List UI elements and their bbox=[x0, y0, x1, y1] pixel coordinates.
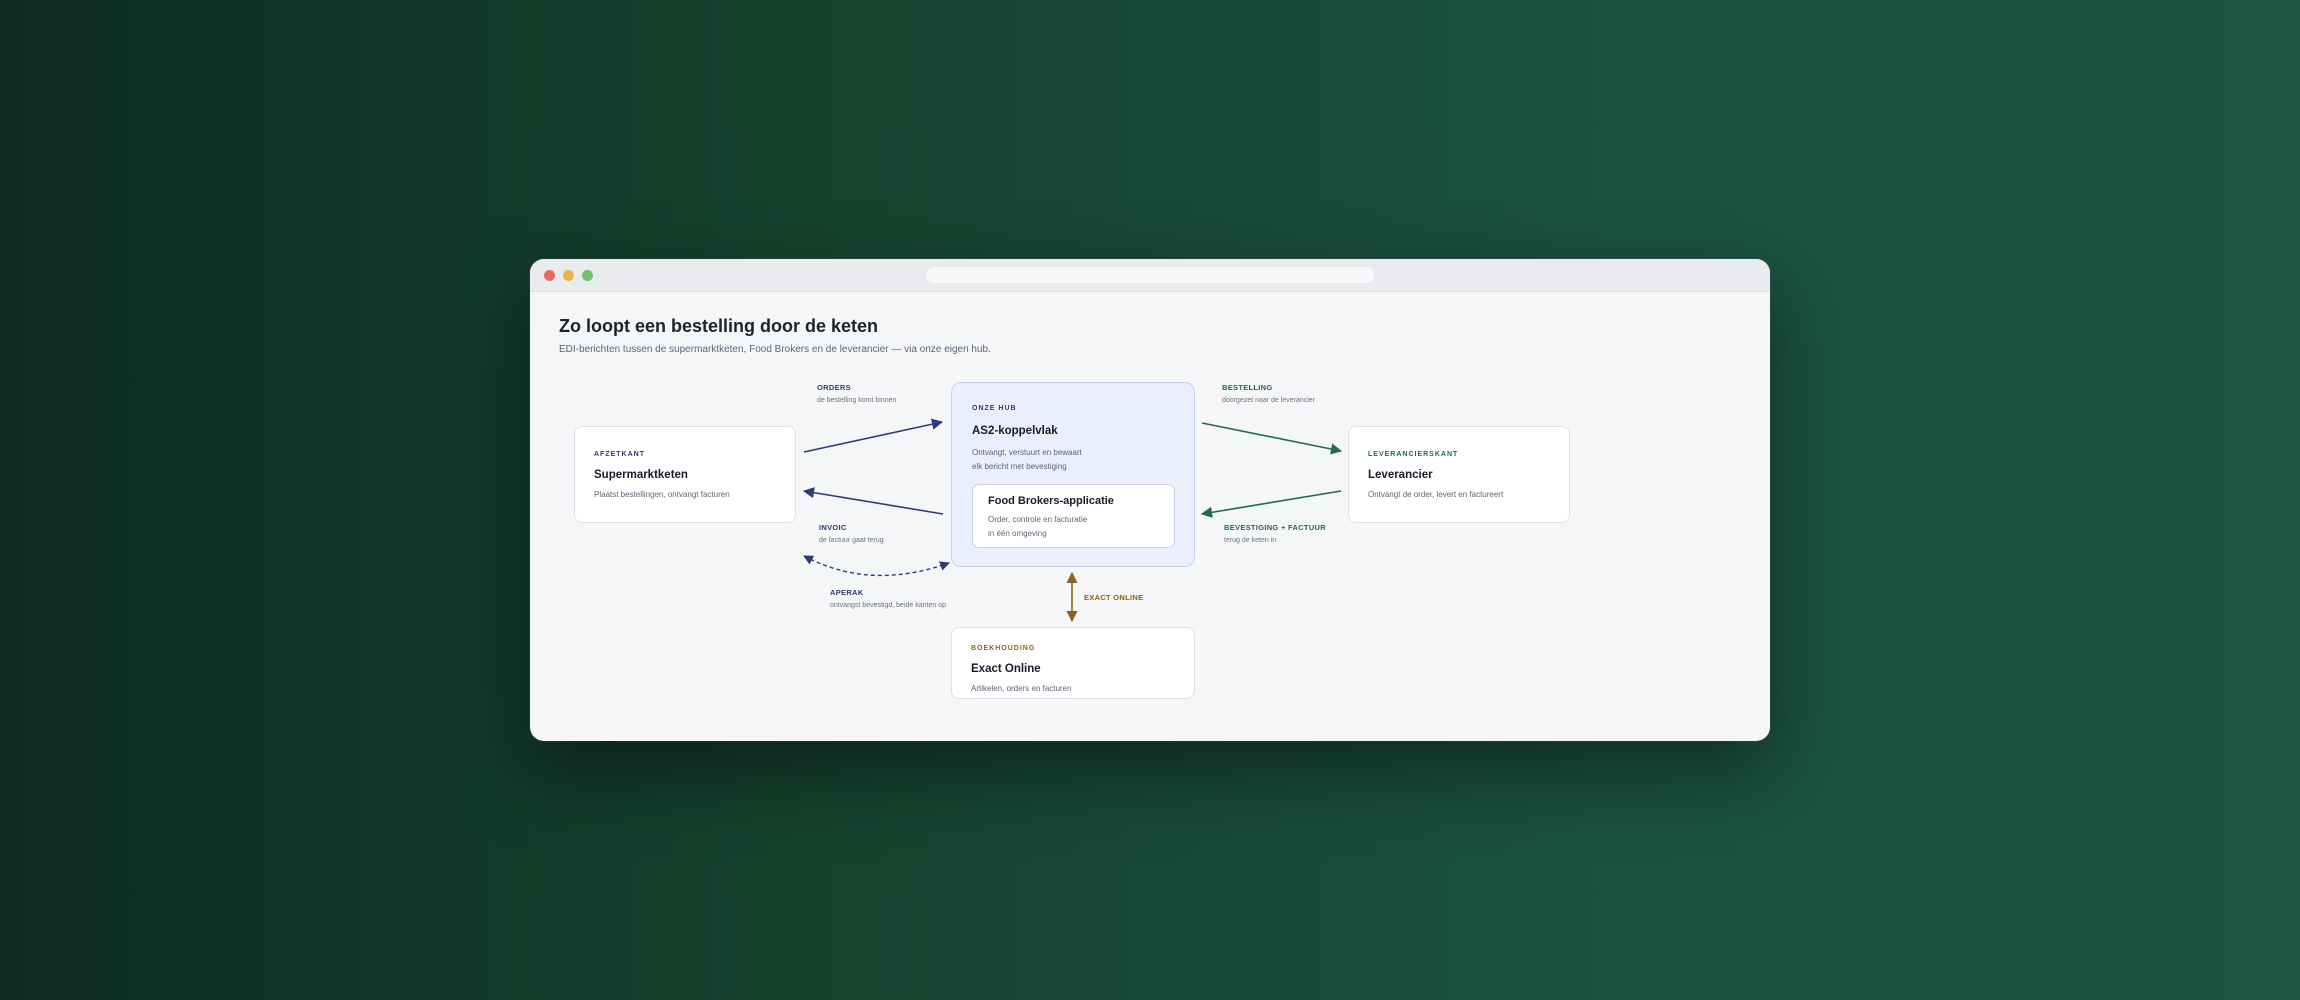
bestelling-arrow bbox=[1201, 422, 1343, 455]
invoic-label: INVOIC bbox=[819, 523, 847, 532]
bestelling-sublabel: doorgezet naar de leverancier bbox=[1222, 397, 1316, 404]
orders-label: ORDERS bbox=[817, 383, 851, 392]
hub-eyebrow: ONZE HUB bbox=[972, 405, 1017, 412]
supplier-title: Leverancier bbox=[1368, 469, 1433, 481]
supermarket-desc: Plaatst bestellingen, ontvangt facturen bbox=[594, 490, 730, 499]
bevestiging-arrow bbox=[1200, 490, 1342, 518]
exact-online-flow-label: EXACT ONLINE bbox=[1084, 593, 1144, 602]
hub-box: ONZE HUB AS2-koppelvlak Ontvangt, verstu… bbox=[951, 382, 1195, 567]
supermarket-title: Supermarktketen bbox=[594, 469, 688, 481]
food-brokers-desc-line-1: Order, controle en facturatie bbox=[988, 515, 1088, 524]
food-brokers-app-title: Food Brokers-applicatie bbox=[988, 495, 1114, 507]
hub-title: AS2-koppelvlak bbox=[972, 425, 1058, 437]
aperak-arrow bbox=[803, 555, 950, 577]
supplier-card: LEVERANCIERSKANT Leverancier Ontvangt de… bbox=[1348, 426, 1570, 523]
aperak-sublabel: ontvangst bevestigd, beide kanten op bbox=[830, 602, 946, 609]
supermarket-eyebrow: AFZETKANT bbox=[594, 451, 645, 458]
accounting-title: Exact Online bbox=[971, 663, 1041, 675]
orders-arrow bbox=[803, 418, 944, 453]
food-brokers-desc-line-2: in één omgeving bbox=[988, 529, 1047, 538]
supplier-desc: Ontvangt de order, levert en factureert bbox=[1368, 490, 1504, 499]
supermarket-card: AFZETKANT Supermarktketen Plaatst bestel… bbox=[574, 426, 796, 523]
food-brokers-app-card: Food Brokers-applicatie Order, controle … bbox=[972, 484, 1175, 548]
invoic-arrow bbox=[802, 487, 944, 515]
hub-desc-line-2: elk bericht met bevestiging bbox=[972, 462, 1067, 471]
exact-online-card: BOEKHOUDING Exact Online Artikelen, orde… bbox=[951, 627, 1195, 699]
hub-desc: Ontvangt, verstuurt en bewaart elk beric… bbox=[972, 446, 1082, 474]
accounting-eyebrow: BOEKHOUDING bbox=[971, 645, 1036, 652]
bestelling-label: BESTELLING bbox=[1222, 383, 1273, 392]
browser-window: Zo loopt een bestelling door de keten ED… bbox=[530, 259, 1770, 741]
hub-desc-line-1: Ontvangt, verstuurt en bewaart bbox=[972, 448, 1082, 457]
orders-sublabel: de bestelling komt binnen bbox=[817, 397, 897, 404]
aperak-label: APERAK bbox=[830, 588, 864, 597]
food-brokers-app-desc: Order, controle en facturatie in één omg… bbox=[988, 513, 1087, 541]
invoic-sublabel: de factuur gaat terug bbox=[819, 537, 884, 544]
supplier-eyebrow: LEVERANCIERSKANT bbox=[1368, 451, 1459, 458]
bevestiging-label: BEVESTIGING + FACTUUR bbox=[1224, 523, 1326, 532]
bevestiging-sublabel: terug de keten in bbox=[1224, 537, 1277, 544]
accounting-desc: Artikelen, orders en facturen bbox=[971, 684, 1072, 693]
